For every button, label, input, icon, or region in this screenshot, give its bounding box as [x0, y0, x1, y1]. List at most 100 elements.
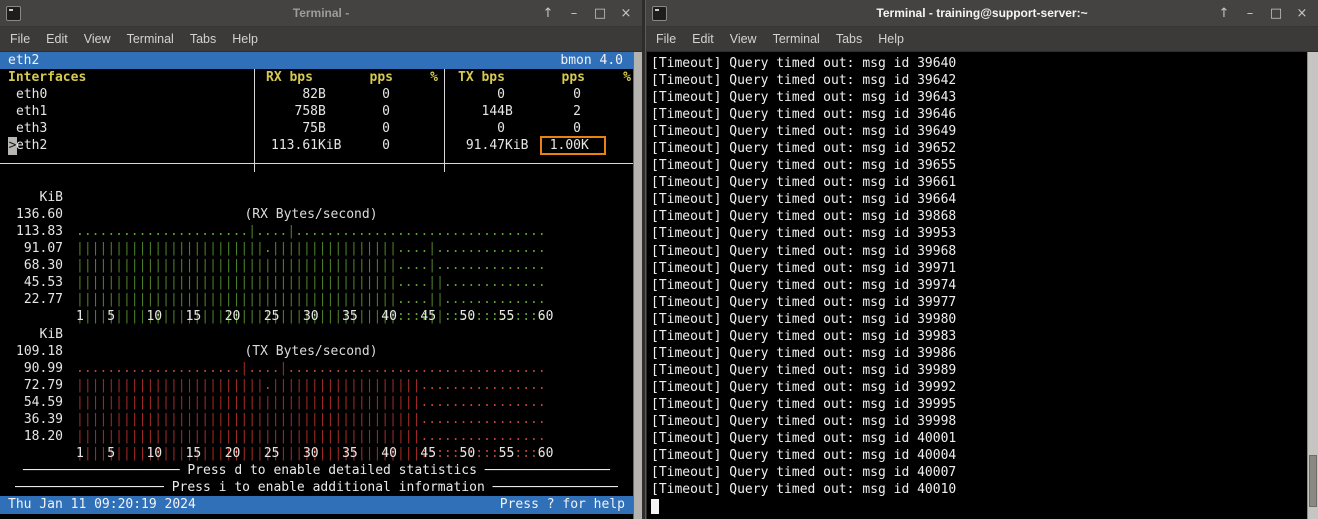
- terminal-line: [Timeout] Query timed out: msg id 39953: [651, 225, 1307, 242]
- terminal-line: [Timeout] Query timed out: msg id 39998: [651, 413, 1307, 430]
- rx-graph-row: 91.07 ||||||||||||||||||||||||||||||||||…: [0, 223, 633, 240]
- tx-graph-axis: 1 5 10 15 20 25 30 35 40 45 50 55 60: [0, 428, 633, 445]
- rx-bps-value: 75: [302, 120, 318, 137]
- interface-name: eth2: [16, 137, 47, 154]
- rx-graph-row: 22.77 ||||||||||||||||||||||||||||||||||…: [0, 274, 633, 291]
- terminal-line: [Timeout] Query timed out: msg id 39661: [651, 174, 1307, 191]
- rollup-button[interactable]: ↑: [540, 6, 556, 21]
- left-titlebar[interactable]: Terminal - ↑ – □ ×: [0, 0, 642, 27]
- tx-graph-row: 109.18 .....................|....|......…: [0, 326, 633, 343]
- table-row-eth1: eth1 758 B 0 144 B 2: [0, 103, 633, 120]
- header-tx-pct: %: [623, 69, 631, 86]
- menu-help[interactable]: Help: [878, 32, 904, 46]
- desktop: Terminal - ↑ – □ × File Edit View Termin…: [0, 0, 1318, 519]
- terminal-line: [Timeout] Query timed out: msg id 39652: [651, 140, 1307, 157]
- scrollbar-thumb[interactable]: [1309, 455, 1317, 507]
- terminal-line: [Timeout] Query timed out: msg id 39980: [651, 311, 1307, 328]
- terminal-line: [Timeout] Query timed out: msg id 40001: [651, 430, 1307, 447]
- column-separator: [254, 86, 255, 103]
- tx-pps-value: 2: [573, 103, 581, 120]
- tx-bps-value: 0: [497, 120, 505, 137]
- column-separator: [254, 120, 255, 137]
- tx-bps-value: 144: [482, 103, 505, 120]
- terminal-line: [Timeout] Query timed out: msg id 39974: [651, 277, 1307, 294]
- terminal-line: [Timeout] Query timed out: msg id 39649: [651, 123, 1307, 140]
- rx-pps-value: 0: [382, 86, 390, 103]
- blank-row: [0, 445, 633, 462]
- interface-name: eth1: [16, 103, 47, 120]
- bmon-selected-interface: eth2: [8, 52, 39, 69]
- terminal-output: [Timeout] Query timed out: msg id 39640[…: [647, 52, 1307, 519]
- interface-name: eth3: [16, 120, 47, 137]
- column-separator: [444, 103, 445, 120]
- menu-terminal[interactable]: Terminal: [773, 32, 820, 46]
- close-button[interactable]: ×: [618, 6, 634, 21]
- terminal-line: [Timeout] Query timed out: msg id 39655: [651, 157, 1307, 174]
- rollup-button[interactable]: ↑: [1216, 6, 1232, 21]
- terminal-line: [Timeout] Query timed out: msg id 39992: [651, 379, 1307, 396]
- rx-bps-unit: B: [318, 120, 326, 137]
- terminal-line: [Timeout] Query timed out: msg id 39640: [651, 55, 1307, 72]
- terminal-line: [Timeout] Query timed out: msg id 39968: [651, 243, 1307, 260]
- terminal-line: [Timeout] Query timed out: msg id 39664: [651, 191, 1307, 208]
- left-terminal-window: Terminal - ↑ – □ × File Edit View Termin…: [0, 0, 642, 519]
- menu-file[interactable]: File: [10, 32, 30, 46]
- terminal-line: [Timeout] Query timed out: msg id 39977: [651, 294, 1307, 311]
- terminal-line: [Timeout] Query timed out: msg id 40010: [651, 481, 1307, 498]
- menu-view[interactable]: View: [84, 32, 111, 46]
- left-scrollbar[interactable]: [633, 52, 642, 519]
- highlight-annotation-box: [540, 136, 606, 155]
- rx-graph-row: 68.30 ||||||||||||||||||||||||||||||||||…: [0, 240, 633, 257]
- tx-pps-value: 0: [573, 86, 581, 103]
- maximize-button[interactable]: □: [1268, 6, 1284, 21]
- tx-graph-row: 36.39 ||||||||||||||||||||||||||||||||||…: [0, 394, 633, 411]
- header-rx-pps: pps: [370, 69, 393, 86]
- rx-pps-value: 0: [382, 103, 390, 120]
- terminal-line: [Timeout] Query timed out: msg id 39646: [651, 106, 1307, 123]
- column-separator: [444, 120, 445, 137]
- rx-graph-row: 113.83 ||||||||||||||||||||||||.||||||||…: [0, 206, 633, 223]
- tx-graph-row: 90.99 ||||||||||||||||||||||||.|||||||||…: [0, 343, 633, 360]
- bmon-table-header: Interfaces RX bps pps % TX bps pps %: [0, 69, 633, 86]
- header-rx-bps: RX bps: [266, 69, 313, 86]
- rx-bps-unit: B: [318, 103, 326, 120]
- terminal-line: [Timeout] Query timed out: msg id 39971: [651, 260, 1307, 277]
- right-scrollbar[interactable]: [1307, 52, 1318, 519]
- right-titlebar[interactable]: Terminal - training@support-server:~ ↑ –…: [646, 0, 1318, 27]
- maximize-button[interactable]: □: [592, 6, 608, 21]
- menu-edit[interactable]: Edit: [692, 32, 714, 46]
- tx-graph-row: 18.20 ||||||||||||||||||||||||||||||||||…: [0, 411, 633, 428]
- rx-graph-row: 136.60 ......................|....|.....…: [0, 189, 633, 206]
- minimize-button[interactable]: –: [566, 6, 582, 21]
- rx-bps-unit: KiB: [318, 137, 341, 154]
- menu-tabs[interactable]: Tabs: [190, 32, 216, 46]
- rx-graph-row: 45.53 ||||||||||||||||||||||||||||||||||…: [0, 257, 633, 274]
- bmon-table-footer: [0, 155, 633, 172]
- bmon-topbar: eth2 bmon 4.0: [0, 52, 633, 69]
- menu-help[interactable]: Help: [232, 32, 258, 46]
- close-button[interactable]: ×: [1294, 6, 1310, 21]
- menu-view[interactable]: View: [730, 32, 757, 46]
- hint-additional-info: ─────────────────── Press i to enable ad…: [0, 479, 633, 496]
- terminal-line: [Timeout] Query timed out: msg id 39642: [651, 72, 1307, 89]
- menu-edit[interactable]: Edit: [46, 32, 68, 46]
- terminal-line: [Timeout] Query timed out: msg id 39868: [651, 208, 1307, 225]
- left-menubar: File Edit View Terminal Tabs Help: [0, 27, 642, 52]
- table-bottom-border: [0, 163, 633, 164]
- header-interfaces: Interfaces: [8, 69, 86, 86]
- tx-bps-value: 0: [497, 86, 505, 103]
- menu-tabs[interactable]: Tabs: [836, 32, 862, 46]
- column-separator: [444, 137, 445, 154]
- bmon-version: bmon 4.0: [560, 52, 623, 69]
- menu-terminal[interactable]: Terminal: [127, 32, 174, 46]
- column-separator: [444, 86, 445, 103]
- terminal-line: [Timeout] Query timed out: msg id 40004: [651, 447, 1307, 464]
- minimize-button[interactable]: –: [1242, 6, 1258, 21]
- tx-bps-value: 91.47: [466, 137, 505, 154]
- rx-bps-value: 82: [302, 86, 318, 103]
- tx-pps-value: 0: [573, 120, 581, 137]
- tx-graph-title-row: KiB (TX Bytes/second): [0, 308, 633, 325]
- menu-file[interactable]: File: [656, 32, 676, 46]
- table-row-eth0: eth0 82 B 0 0 0: [0, 86, 633, 103]
- table-row-eth3: eth3 75 B 0 0 0: [0, 120, 633, 137]
